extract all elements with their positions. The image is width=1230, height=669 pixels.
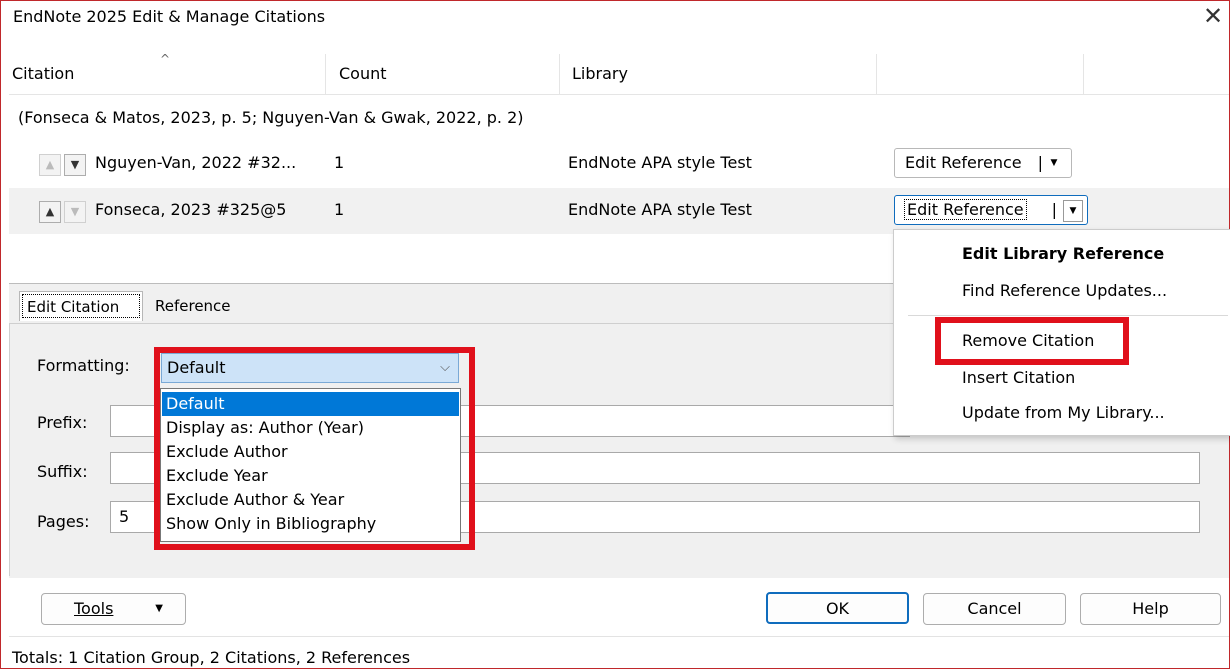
help-button[interactable]: Help [1080, 593, 1221, 625]
chevron-down-icon: ▼ [155, 603, 163, 614]
row-citation: Nguyen-Van, 2022 #32... [95, 153, 297, 172]
close-icon[interactable]: ✕ [1197, 1, 1229, 33]
chevron-down-icon[interactable]: ▼ [1045, 153, 1063, 173]
menu-item-edit-library-reference[interactable]: Edit Library Reference [962, 244, 1164, 263]
edit-reference-label: Edit Reference [904, 199, 1027, 220]
tab-edit-citation[interactable]: Edit Citation [19, 291, 143, 321]
column-header-citation[interactable]: Citation [12, 64, 74, 83]
ok-button[interactable]: OK [766, 592, 909, 624]
move-down-icon: ▼ [64, 201, 86, 223]
menu-separator [908, 315, 1228, 316]
column-divider[interactable] [559, 54, 560, 94]
highlight-box-formatting [154, 347, 475, 550]
column-header-library[interactable]: Library [572, 64, 628, 83]
tools-label: Tools [74, 599, 114, 618]
column-divider[interactable] [876, 54, 877, 94]
column-header-count[interactable]: Count [339, 64, 387, 83]
tools-button[interactable]: Tools ▼ [41, 593, 186, 625]
column-divider[interactable] [325, 54, 326, 94]
row-citation: Fonseca, 2023 #325@5 [95, 200, 287, 219]
row-count: 1 [334, 153, 345, 172]
move-down-icon[interactable]: ▼ [64, 154, 86, 176]
cancel-button[interactable]: Cancel [923, 593, 1066, 625]
row-library: EndNote APA style Test [568, 153, 752, 172]
column-header: Citation Count Library [9, 54, 1229, 95]
pages-label: Pages: [37, 512, 90, 531]
suffix-label: Suffix: [37, 462, 88, 481]
status-divider [9, 636, 1229, 637]
move-up-icon[interactable]: ▲ [39, 201, 61, 223]
menu-item-find-reference-updates[interactable]: Find Reference Updates... [962, 281, 1167, 300]
tab-reference[interactable]: Reference [148, 291, 238, 321]
table-row[interactable]: ▲ ▼ Nguyen-Van, 2022 #32... 1 EndNote AP… [9, 141, 1229, 187]
menu-item-update-from-library[interactable]: Update from My Library... [962, 403, 1165, 422]
chevron-down-icon[interactable]: ▼ [1063, 200, 1083, 222]
column-divider[interactable] [1083, 54, 1084, 94]
menu-item-insert-citation[interactable]: Insert Citation [962, 368, 1075, 387]
edit-reference-button[interactable]: Edit Reference | ▼ [894, 195, 1088, 225]
highlight-box-remove-citation [935, 317, 1129, 365]
edit-reference-button[interactable]: Edit Reference | ▼ [894, 148, 1072, 178]
split-divider: | [1037, 153, 1043, 172]
split-divider: | [1051, 200, 1057, 219]
row-library: EndNote APA style Test [568, 200, 752, 219]
table-row[interactable]: ▲ ▼ Fonseca, 2023 #325@5 1 EndNote APA s… [9, 188, 1229, 234]
move-up-icon: ▲ [39, 154, 61, 176]
edit-reference-label: Edit Reference [905, 153, 1022, 172]
formatting-label: Formatting: [37, 356, 130, 375]
status-text: Totals: 1 Citation Group, 2 Citations, 2… [12, 648, 411, 667]
title-bar: EndNote 2025 Edit & Manage Citations ✕ [1, 1, 1229, 33]
citation-group[interactable]: (Fonseca & Matos, 2023, p. 5; Nguyen-Van… [18, 108, 524, 127]
row-count: 1 [334, 200, 345, 219]
window-title: EndNote 2025 Edit & Manage Citations [13, 7, 326, 26]
prefix-label: Prefix: [37, 413, 88, 432]
